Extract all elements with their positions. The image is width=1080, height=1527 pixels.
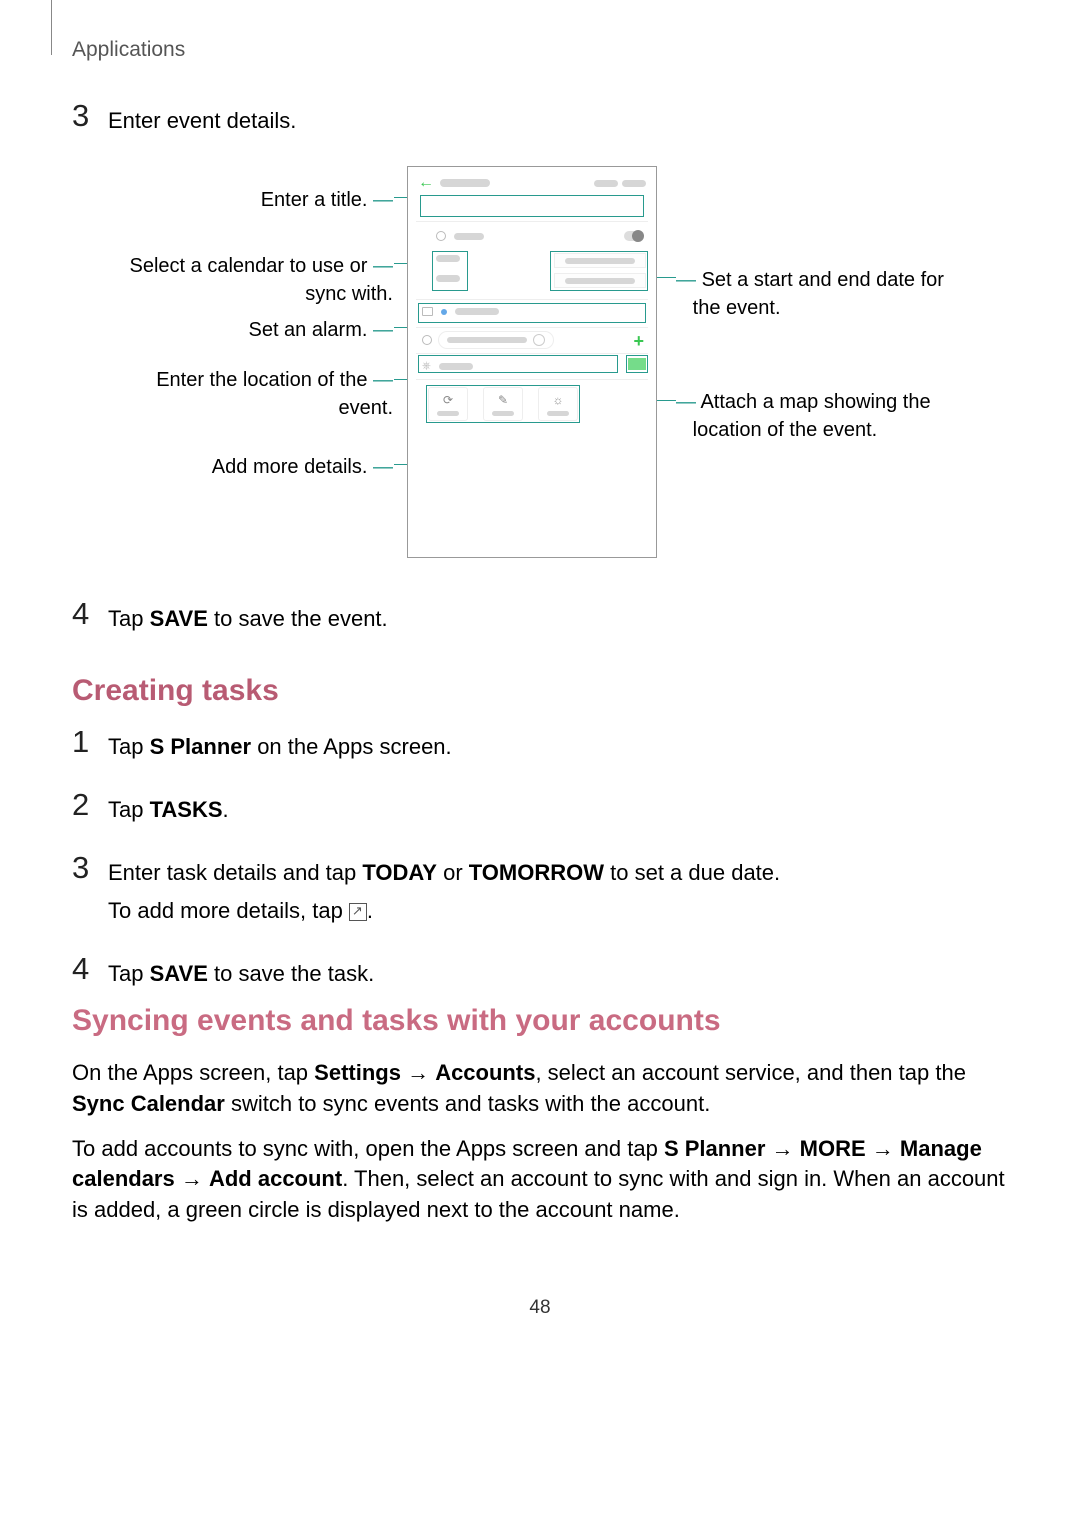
heading-creating-tasks: Creating tasks [72,670,1008,712]
box-title-field [420,195,644,217]
reminder-chip [438,331,554,349]
callout-map: — Attach a map showing the location of t… [676,388,931,444]
box-calendar [432,251,468,291]
step-4: 4 Tap SAVE to save the event. [72,598,1008,643]
clock-icon [436,231,446,241]
step-text: Tap TASKS. [108,795,1008,826]
heading-syncing: Syncing events and tasks with your accou… [72,1000,1008,1042]
box-details [426,385,580,423]
page-number: 48 [0,1295,1080,1322]
task-step-1: 1 Tap S Planner on the Apps screen. [72,726,1008,771]
allday-toggle [624,231,644,241]
expand-icon [349,903,367,921]
sync-paragraph-2: To add accounts to sync with, open the A… [72,1134,1008,1226]
callout-calendar: Select a calendar to use or — sync with. [130,252,393,308]
task-step-3: 3 Enter task details and tap TODAY or TO… [72,852,1008,936]
phone-screenshot: ← + ⎈ ⟳ ✎ [407,166,657,558]
callout-title: Enter a title. — [261,186,393,214]
box-dates [550,251,648,291]
title-actions [590,165,646,196]
task-step-2: 2 Tap TASKS. [72,789,1008,834]
box-location [418,355,618,373]
step-text: Enter event details. [108,106,1008,137]
step-number: 1 [72,726,108,757]
step-number: 3 [72,852,108,883]
step-number: 4 [72,953,108,984]
header-rule [44,0,52,55]
bell-icon [422,335,432,345]
step-number: 4 [72,598,108,629]
step-text: Tap SAVE to save the event. [108,604,1008,635]
step-text: Enter task details and tap TODAY or TOMO… [108,858,1008,889]
callout-dates: — Set a start and end date for the event… [676,266,944,322]
box-map [626,355,648,373]
step-3: 3 Enter event details. [72,100,1008,145]
callout-alarm: Set an alarm. — [248,316,393,344]
step-number: 3 [72,100,108,131]
step-text: Tap SAVE to save the task. [108,959,1008,990]
running-header: Applications [72,35,185,64]
callout-details: Add more details. — [212,453,393,481]
box-alarm [418,303,646,323]
step-text: Tap S Planner on the Apps screen. [108,732,1008,763]
task-step-4: 4 Tap SAVE to save the task. [72,953,1008,998]
sync-paragraph-1: On the Apps screen, tap Settings → Accou… [72,1058,1008,1120]
step-text-2: To add more details, tap . [108,896,1008,927]
step-number: 2 [72,789,108,820]
add-reminder-icon: + [633,329,644,354]
back-add-icon: ← [418,165,490,196]
callout-location: Enter the location of the — event. [156,366,393,422]
